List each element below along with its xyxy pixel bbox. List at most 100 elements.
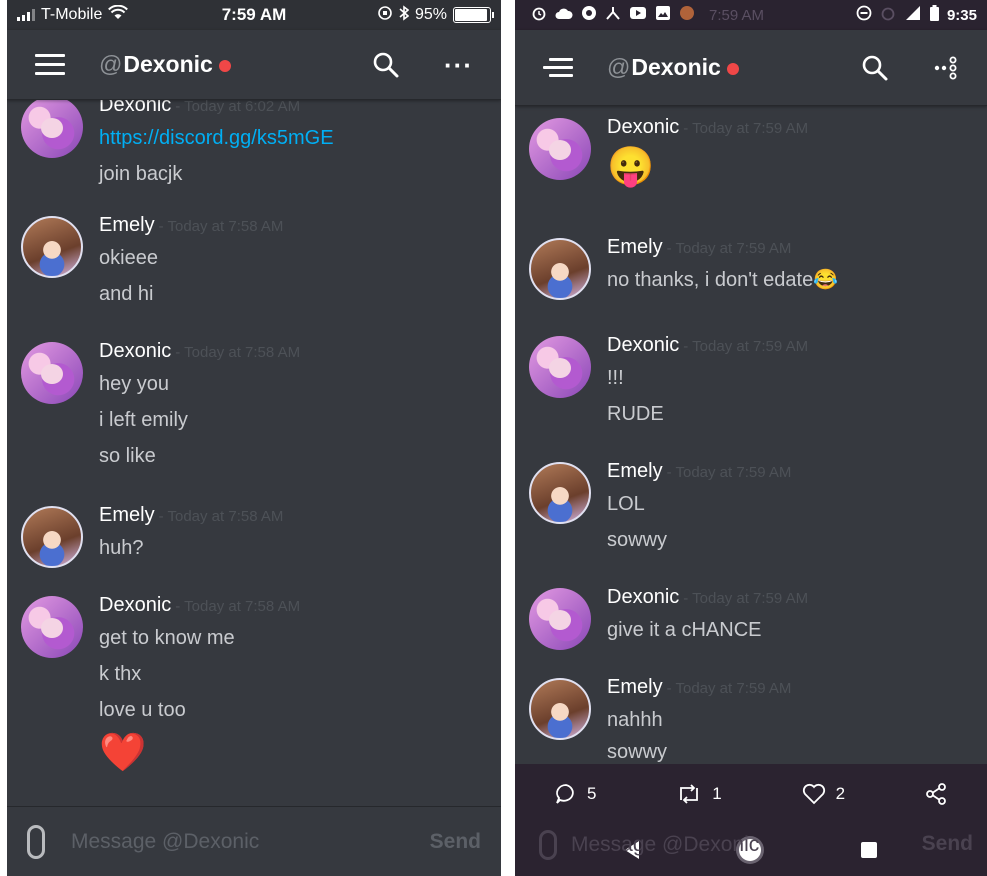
timestamp: - Today at 7:59 AM <box>683 120 809 137</box>
message-input[interactable]: Message @Dexonic <box>71 830 430 854</box>
chat-header: @ Dexonic ··· <box>7 30 501 100</box>
message-text: !!! <box>607 367 624 389</box>
retweet-button[interactable]: 1 <box>676 784 722 804</box>
avatar[interactable] <box>529 336 591 398</box>
orientation-lock-icon <box>377 5 393 26</box>
carrier-label: T-Mobile <box>41 6 103 23</box>
cloud-icon <box>555 7 573 24</box>
message-group: Emely - Today at 7:59 AM nahhh sowwy <box>515 676 987 766</box>
image-icon <box>655 5 671 25</box>
home-nav-icon[interactable] <box>739 839 761 861</box>
youtube-icon <box>629 6 647 24</box>
heart-icon <box>802 783 825 805</box>
clock: 9:35 <box>946 6 977 24</box>
message-group: Dexonic - Today at 7:58 AM hey you i left… <box>7 340 501 504</box>
message-group: Dexonic - Today at 7:59 AM !!! RUDE <box>515 334 987 460</box>
do-not-disturb-icon <box>856 5 872 25</box>
username[interactable]: Emely <box>607 236 663 259</box>
menu-icon[interactable] <box>35 54 65 75</box>
message-group: Dexonic - Today at 7:58 AM get to know me… <box>7 594 501 778</box>
dnd-status-dot <box>218 60 231 72</box>
message-group: Emely - Today at 7:58 AM okieee and hi <box>7 214 501 340</box>
ghost-send-label: Send <box>921 832 973 855</box>
app-notification-icon <box>605 5 621 25</box>
ghost-time: 7:59 AM <box>709 6 765 24</box>
battery-icon <box>453 7 494 23</box>
retweet-icon <box>680 784 699 804</box>
avatar[interactable] <box>21 342 83 404</box>
avatar[interactable] <box>21 506 83 568</box>
search-icon[interactable] <box>861 54 889 82</box>
username[interactable]: Dexonic <box>607 334 679 357</box>
timestamp: - Today at 7:58 AM <box>158 508 284 525</box>
message-list: Dexonic - Today at 6:02 AM https://discor… <box>7 94 501 778</box>
search-icon[interactable] <box>372 51 400 79</box>
username[interactable]: Emely <box>607 676 663 699</box>
avatar[interactable] <box>21 96 83 158</box>
message-text: sowwy <box>607 529 668 551</box>
username[interactable]: Dexonic <box>607 586 679 609</box>
username[interactable]: Emely <box>607 460 663 483</box>
dm-username: Dexonic <box>631 54 721 80</box>
avatar[interactable] <box>529 462 591 524</box>
message-text: and hi <box>99 283 154 305</box>
android-nav-bar <box>515 824 987 876</box>
message-composer: Message @Dexonic Send <box>7 806 501 876</box>
timestamp: - Today at 6:02 AM <box>175 98 301 115</box>
avatar[interactable] <box>529 678 591 740</box>
message-text: RUDE <box>607 403 664 425</box>
message-text: get to know me <box>99 627 235 649</box>
username[interactable]: Emely <box>99 214 155 237</box>
message-text: i left emily <box>99 409 188 431</box>
username[interactable]: Dexonic <box>99 340 171 363</box>
username[interactable]: Emely <box>99 504 155 527</box>
message-text: nahhh <box>607 709 663 731</box>
recents-nav-icon[interactable] <box>861 842 877 858</box>
share-button[interactable] <box>925 783 947 805</box>
avatar[interactable] <box>529 238 591 300</box>
android-discord-screen: 7:59 AM 9:35 @ Dexonic Dexonic - Today a… <box>515 0 987 876</box>
message-link[interactable]: https://discord.gg/ks5mGE <box>99 120 487 156</box>
message-text: hey you <box>99 373 170 395</box>
avatar[interactable] <box>21 596 83 658</box>
battery-icon <box>929 5 939 25</box>
message-text: k thx <box>99 663 142 685</box>
message-list: Dexonic - Today at 7:59 AM 😛 Emely - Today… <box>515 106 987 766</box>
timestamp: - Today at 7:58 AM <box>158 218 284 235</box>
username[interactable]: Dexonic <box>607 116 679 139</box>
send-button[interactable]: Send <box>430 830 481 854</box>
chat-header: @ Dexonic <box>515 30 987 106</box>
comment-icon <box>556 784 574 804</box>
timestamp: - Today at 7:59 AM <box>683 338 809 355</box>
avatar[interactable] <box>529 118 591 180</box>
retweet-count: 1 <box>712 784 722 803</box>
comment-count: 5 <box>586 784 597 803</box>
ios-discord-screen: T-Mobile 7:59 AM 95% @ Dexonic ··· Dexon… <box>7 0 501 876</box>
message-text: love u too <box>99 699 186 721</box>
like-button[interactable]: 2 <box>802 783 845 805</box>
message-group: Dexonic - Today at 7:59 AM give it a cHAN… <box>515 586 987 676</box>
wifi-icon <box>108 4 129 25</box>
bluetooth-icon <box>399 4 410 26</box>
message-text: give it a cHANCE <box>607 619 762 641</box>
more-options-icon[interactable]: ··· <box>444 52 473 78</box>
member-list-icon[interactable] <box>933 55 959 81</box>
channel-title: @ Dexonic <box>607 54 739 81</box>
lte-signal-icon <box>904 5 922 25</box>
avatar[interactable] <box>21 216 83 278</box>
social-action-bar: 5 1 2 <box>515 764 987 824</box>
timestamp: - Today at 7:59 AM <box>666 680 792 697</box>
message-group: Dexonic - Today at 6:02 AM https://discor… <box>7 94 501 214</box>
comment-button[interactable]: 5 <box>555 783 596 805</box>
attachment-icon[interactable] <box>27 824 45 859</box>
username[interactable]: Dexonic <box>99 594 171 617</box>
chrome-icon <box>581 5 597 25</box>
avatar[interactable] <box>529 588 591 650</box>
message-text: so like <box>99 445 156 467</box>
heart-emoji: ❤️ <box>99 732 147 774</box>
back-nav-icon[interactable] <box>625 841 639 859</box>
channel-title: @ Dexonic <box>99 51 231 78</box>
message-text: join bacjk <box>99 163 183 185</box>
back-menu-icon[interactable] <box>543 57 573 78</box>
message-text: okieee <box>99 247 158 269</box>
